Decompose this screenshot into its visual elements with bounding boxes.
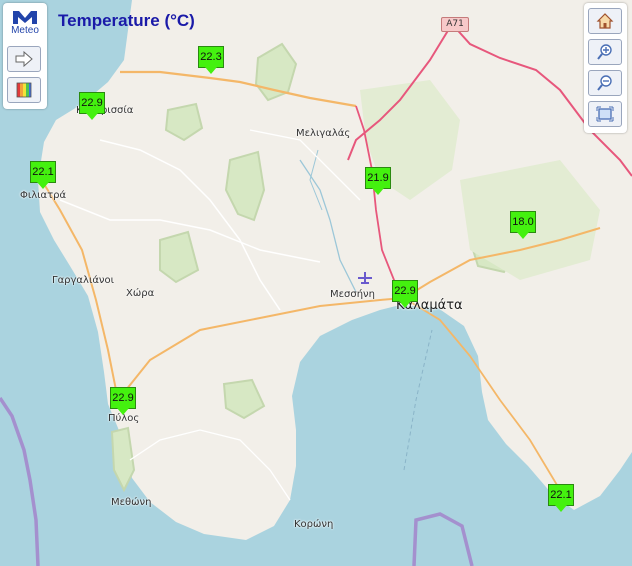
temperature-marker[interactable]: 22.1 <box>548 484 574 514</box>
next-arrow-button[interactable] <box>7 46 41 72</box>
color-palette-icon <box>16 82 32 98</box>
temperature-marker[interactable]: 22.9 <box>392 280 418 310</box>
road-shield-a71: A71 <box>441 17 469 32</box>
place-label-messini: Μεσσήνη <box>330 289 375 300</box>
temperature-value: 22.3 <box>198 46 224 68</box>
home-icon <box>596 13 614 29</box>
place-label-methoni: Μεθώνη <box>111 497 152 508</box>
temperature-marker[interactable]: 21.9 <box>365 167 391 197</box>
temperature-value: 22.9 <box>79 92 105 114</box>
meteo-logo: Meteo <box>7 7 43 41</box>
temperature-value: 18.0 <box>510 211 536 233</box>
place-label-gargalianoi: Γαργαλιάνοι <box>52 275 115 286</box>
zoom-out-button[interactable] <box>588 70 622 96</box>
temperature-marker[interactable]: 22.1 <box>30 161 56 191</box>
right-toolbar <box>584 3 627 133</box>
temperature-marker[interactable]: 22.9 <box>110 387 136 417</box>
full-extent-button[interactable] <box>588 101 622 127</box>
zoom-in-button[interactable] <box>588 39 622 65</box>
zoom-out-icon <box>597 75 612 91</box>
logo-text: Meteo <box>11 25 39 36</box>
place-label-filiatra: Φιλιατρά <box>20 190 67 201</box>
color-scale-button[interactable] <box>7 77 41 103</box>
zoom-in-icon <box>597 44 612 60</box>
temperature-value: 22.9 <box>110 387 136 409</box>
temperature-value: 21.9 <box>365 167 391 189</box>
temperature-marker[interactable]: 22.3 <box>198 46 224 76</box>
place-label-koroni: Κορώνη <box>294 519 334 530</box>
place-label-chora: Χώρα <box>126 288 155 299</box>
left-toolbar: Meteo <box>3 3 47 109</box>
place-label-meligalas: Μελιγαλάς <box>296 128 351 139</box>
temperature-value: 22.9 <box>392 280 418 302</box>
arrow-right-icon <box>15 51 33 67</box>
temperature-value: 22.1 <box>548 484 574 506</box>
home-button[interactable] <box>588 8 622 34</box>
meteo-logo-icon <box>13 11 37 24</box>
full-extent-icon <box>596 106 614 122</box>
temperature-value: 22.1 <box>30 161 56 183</box>
temperature-marker[interactable]: 22.9 <box>79 92 105 122</box>
temperature-marker[interactable]: 18.0 <box>510 211 536 241</box>
map-title: Temperature (°C) <box>58 11 195 30</box>
